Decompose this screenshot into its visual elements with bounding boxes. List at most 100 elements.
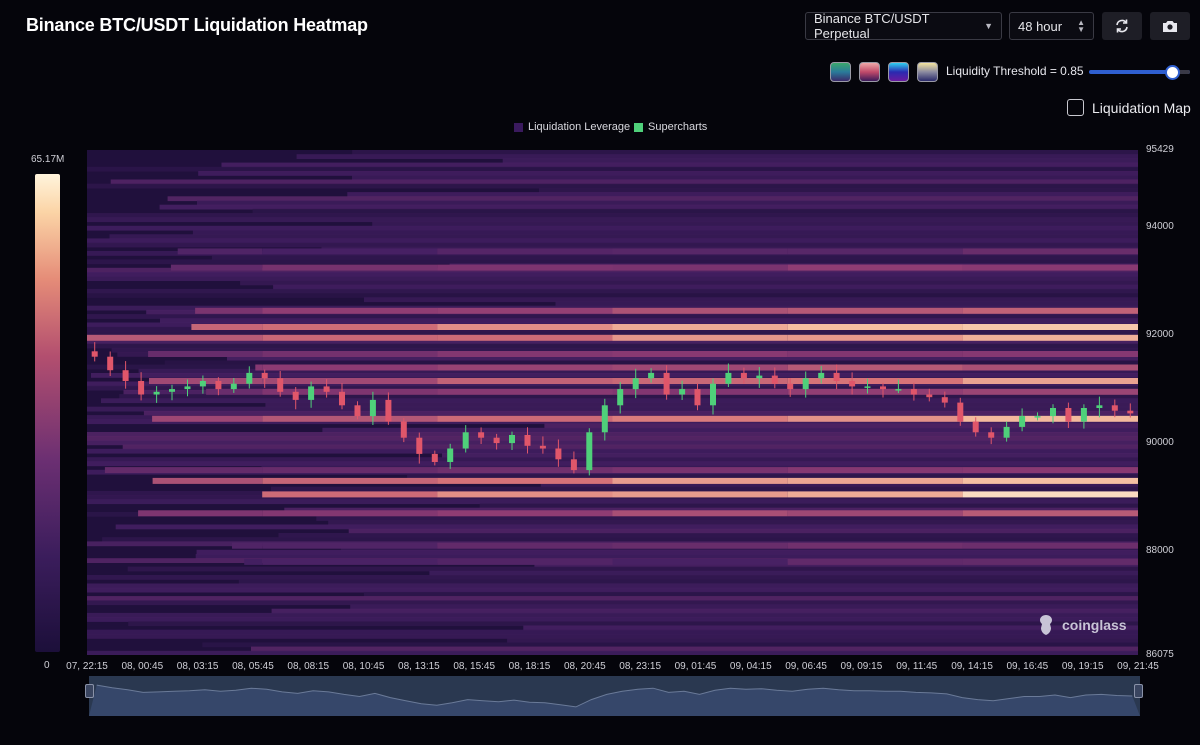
- liquidation-band: [962, 477, 1138, 484]
- heat-cell: [87, 217, 1138, 223]
- y-tick-label: 90000: [1146, 437, 1174, 448]
- screenshot-button[interactable]: [1150, 12, 1190, 40]
- legend-label: Liquidation Leverage: [528, 121, 631, 133]
- liquidation-band: [437, 364, 613, 371]
- legend-label: Supercharts: [648, 121, 708, 133]
- heat-cell: [87, 343, 1138, 349]
- candle-body: [679, 389, 686, 395]
- legend-swatch: [634, 122, 643, 132]
- liquidation-band: [437, 307, 613, 314]
- heat-cell: [87, 293, 1138, 298]
- navigator-left-handle[interactable]: [85, 684, 94, 698]
- range-select[interactable]: 48 hour ▲ ▼: [1009, 12, 1094, 40]
- legend-item-supercharts[interactable]: Supercharts: [634, 121, 707, 133]
- liquidation-band: [437, 415, 613, 422]
- liquidation-band: [262, 378, 438, 384]
- heatmap-plot[interactable]: [87, 150, 1138, 655]
- liquidation-band: [787, 351, 963, 357]
- liquidation-band: [612, 477, 788, 484]
- candle-body: [632, 378, 639, 390]
- heat-cell: [442, 453, 1138, 458]
- liquidation-band: [612, 334, 788, 341]
- candle-body: [1080, 408, 1087, 422]
- liquidation-band: [612, 510, 788, 517]
- candle-body: [972, 421, 979, 433]
- navigator-svg: [89, 684, 1140, 716]
- liquidation-band: [262, 558, 438, 565]
- range-select-value: 48 hour: [1018, 18, 1063, 34]
- liquidation-band: [262, 542, 438, 549]
- liquidation-band: [787, 364, 963, 371]
- candle-body: [771, 375, 778, 384]
- heat-cell: [507, 638, 1138, 643]
- liquidation-band: [612, 364, 788, 371]
- palette-viridis-button[interactable]: [830, 62, 851, 82]
- color-scale-min: 0: [44, 660, 50, 671]
- liquidation-band: [255, 364, 263, 371]
- liquidation-band: [262, 248, 438, 255]
- candle-body: [416, 437, 423, 454]
- liquidation-band: [437, 378, 613, 384]
- heat-cell: [352, 175, 1138, 181]
- heat-cell: [544, 423, 1138, 429]
- candle-body: [107, 356, 114, 371]
- watermark-text: coinglass: [1062, 617, 1127, 633]
- liquidation-map-checkbox[interactable]: [1067, 99, 1084, 116]
- candle-body: [849, 381, 856, 387]
- candle-body: [308, 386, 315, 400]
- liquidation-band: [612, 248, 788, 255]
- heat-cell: [252, 208, 1138, 214]
- candle-body: [1111, 405, 1118, 411]
- liquidation-band: [787, 307, 963, 314]
- candle-body: [957, 402, 964, 422]
- liquidation-band: [262, 307, 438, 314]
- palette-magma-button[interactable]: [859, 62, 880, 82]
- navigator-track[interactable]: [89, 676, 1140, 716]
- threshold-slider-thumb[interactable]: [1165, 65, 1180, 80]
- threshold-label: Liquidity Threshold = 0.85: [946, 64, 1084, 78]
- legend-item-liquidation-leverage[interactable]: Liquidation Leverage: [514, 121, 630, 133]
- liquidation-band: [962, 378, 1138, 384]
- candle-body: [292, 391, 299, 400]
- palette-cividis-button[interactable]: [917, 62, 938, 82]
- heat-cell: [87, 259, 1138, 265]
- candle-body: [864, 386, 871, 388]
- palette-rainbow-button[interactable]: [888, 62, 909, 82]
- candle-body: [478, 432, 485, 438]
- candle-body: [648, 372, 655, 379]
- liquidation-band: [612, 558, 788, 565]
- refresh-button[interactable]: [1102, 12, 1142, 40]
- heat-cell: [87, 436, 1138, 441]
- heat-cell: [143, 410, 1138, 416]
- heat-cell: [350, 604, 1138, 610]
- heat-cell: [87, 575, 1138, 580]
- candle-body: [1019, 416, 1026, 427]
- candle-body: [555, 448, 562, 460]
- liquidation-band: [612, 307, 788, 314]
- liquidation-band: [148, 351, 263, 357]
- liquidation-band: [612, 491, 788, 498]
- y-tick-label: 95429: [1146, 144, 1174, 155]
- candle-body: [1127, 410, 1134, 414]
- heat-cell: [87, 499, 1138, 505]
- candle-body: [586, 432, 593, 471]
- heat-cell: [363, 591, 1138, 597]
- candle-body: [447, 448, 454, 462]
- heat-cell: [348, 528, 1138, 534]
- pair-select[interactable]: Binance BTC/USDT Perpetual ▼: [805, 11, 1002, 41]
- liquidation-band: [612, 542, 788, 549]
- heat-cell: [115, 524, 1138, 530]
- heat-cell: [221, 162, 1138, 168]
- liquidation-band: [191, 324, 263, 330]
- candle-body: [138, 381, 145, 395]
- candle-body: [694, 389, 701, 406]
- heat-cell: [271, 486, 1138, 492]
- liquidation-band: [437, 388, 613, 395]
- heat-cell: [87, 629, 1138, 635]
- liquidation-band: [170, 264, 263, 271]
- heat-cell: [273, 284, 1138, 290]
- heat-cell: [429, 570, 1138, 576]
- heat-cell: [87, 406, 1138, 412]
- navigator-right-handle[interactable]: [1134, 684, 1143, 698]
- liquidation-band: [262, 324, 438, 330]
